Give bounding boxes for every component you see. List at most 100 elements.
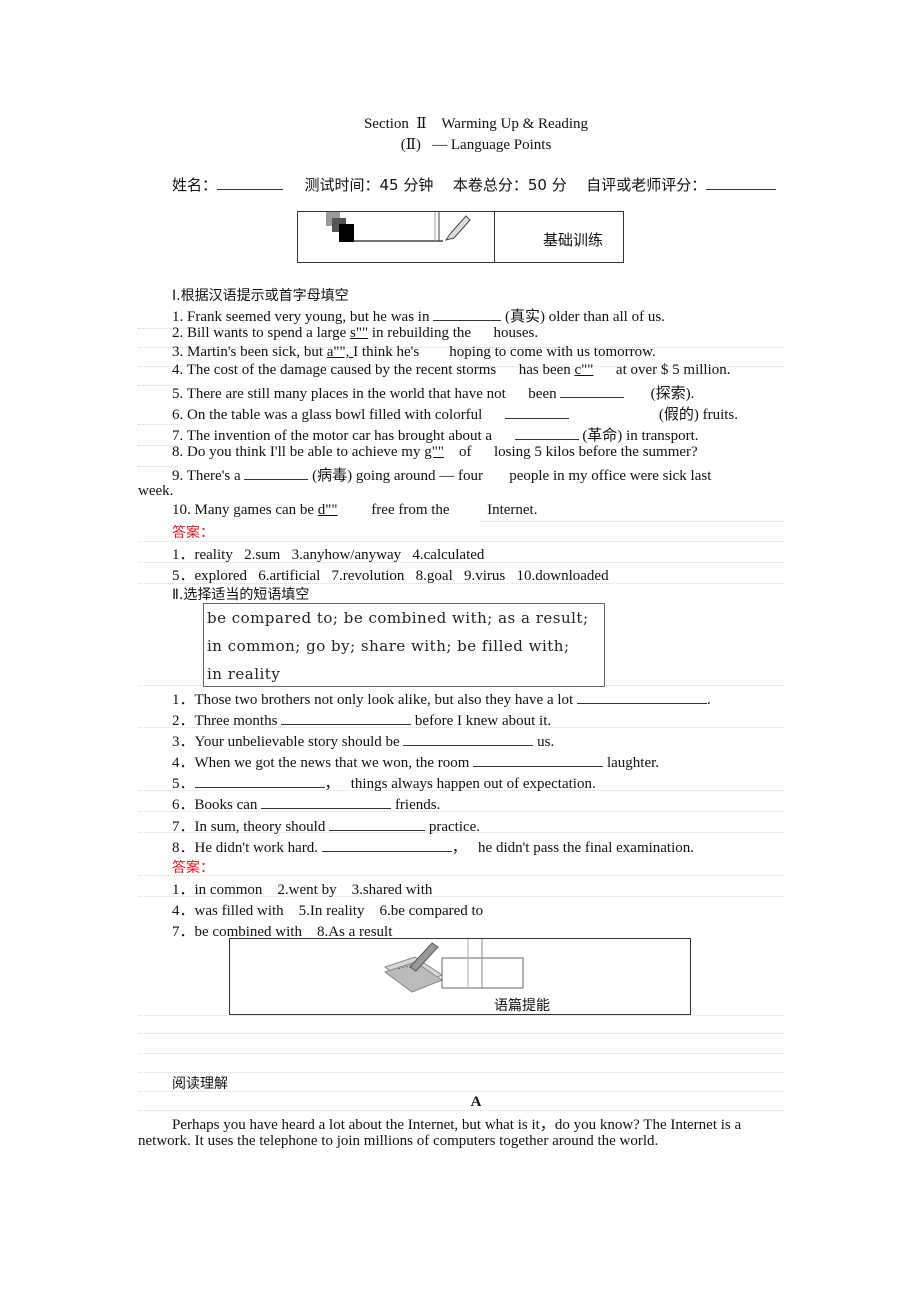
- answer-blank[interactable]: [576, 689, 707, 704]
- guide-line: [138, 1091, 783, 1092]
- question-item: 5． ， things always happen out of expectat…: [172, 772, 596, 793]
- text-segment: (探索): [650, 386, 691, 402]
- text-segment: .: [690, 386, 695, 402]
- text-segment: 7. The invention of the motor car has br…: [172, 428, 493, 444]
- answer-blank[interactable]: [329, 816, 426, 831]
- text-segment: in transport.: [622, 428, 699, 444]
- passage-label: A: [470, 1094, 482, 1110]
- guide-line: [138, 1015, 783, 1016]
- initial-letter-hint: c"": [574, 362, 594, 378]
- answer-blank[interactable]: [560, 383, 625, 398]
- answer-blank[interactable]: [261, 794, 392, 809]
- text-segment: 3．: [172, 734, 195, 750]
- text-segment: of losing 5 kilos before the summer?: [443, 444, 698, 460]
- text-segment: I think he's hoping to come with us tomo…: [353, 344, 656, 360]
- part2-heading: Ⅱ.选择适当的短语填空: [172, 587, 310, 603]
- phrase-bank-line: in reality: [207, 665, 281, 683]
- total-label: 本卷总分：50 分: [452, 176, 567, 194]
- phrase-bank-line: in common; go by; share with; be filled …: [207, 637, 570, 655]
- guide-line: [138, 1072, 783, 1073]
- answer-line: 4．was filled with 5.In reality 6.be comp…: [172, 903, 484, 919]
- answer-blank[interactable]: [244, 465, 309, 480]
- phrase-bank-line: be compared to; be combined with; as a r…: [207, 609, 589, 627]
- initial-letter-hint: a"",: [326, 344, 354, 360]
- answer-blank[interactable]: [321, 837, 452, 852]
- text-segment: friends.: [391, 797, 441, 813]
- guide-line: [138, 1053, 783, 1054]
- question-item: 4．When we got the news that we won, the …: [172, 751, 659, 772]
- question-item: 6. On the table was a glass bowl filled …: [172, 403, 738, 424]
- text-segment: (病毒): [312, 468, 353, 484]
- text-segment: in rebuilding the houses.: [368, 325, 539, 341]
- text-segment: 5. There are still many places in the wo…: [172, 386, 561, 402]
- question-item: 1. Frank seemed very young, but he was i…: [172, 305, 665, 326]
- answer-blank[interactable]: [433, 306, 502, 321]
- banner-label: 语篇提能: [494, 998, 550, 1014]
- text-segment: going around — four people in my office …: [352, 468, 712, 484]
- pencil-blocks-icon: [326, 212, 471, 242]
- answer-blank[interactable]: [194, 773, 325, 788]
- text-segment: older than all of us.: [544, 309, 665, 325]
- question-item: 2．Three months before I knew about it.: [172, 709, 551, 730]
- answer-blank[interactable]: [514, 425, 579, 440]
- guide-line: [138, 875, 783, 876]
- text-segment: 6．: [172, 797, 195, 813]
- text-segment: 2. Bill wants to spend a large: [172, 325, 351, 341]
- text-segment: (真实): [504, 309, 545, 325]
- text-segment: 3. Martin's been sick, but: [172, 344, 327, 360]
- question-item: 3．Your unbelievable story should be us.: [172, 730, 554, 751]
- text-segment: 1．: [172, 692, 195, 708]
- text-segment: 2．: [172, 713, 195, 729]
- section-banner-reading: 语篇提能: [229, 938, 691, 1015]
- text-segment: 4．: [172, 755, 195, 771]
- answer-label: 答案：: [172, 860, 214, 876]
- page-title-line2: (Ⅱ) — Language Points: [400, 137, 552, 153]
- info-row: 姓名： 测试时间：45 分钟 本卷总分：50 分 自评或老师评分：: [172, 174, 777, 195]
- banner-label: 基础训练: [543, 231, 604, 249]
- text-segment: (革命): [582, 428, 623, 444]
- text-segment: 1. Frank seemed very young, but he was i…: [172, 309, 434, 325]
- question-item: 1．Those two brothers not only look alike…: [172, 688, 711, 709]
- guide-line: [138, 1033, 783, 1034]
- text-segment: Your unbelievable story should be: [194, 734, 404, 750]
- text-segment: us.: [533, 734, 555, 750]
- initial-letter-hint: d"": [317, 502, 338, 518]
- text-segment: .: [706, 692, 711, 708]
- question-item: 2. Bill wants to spend a large s"" in re…: [172, 325, 538, 342]
- question-item: 8．He didn't work hard. ， he didn't pass …: [172, 836, 694, 857]
- guide-line: [138, 541, 783, 542]
- answer-line: 5．explored 6.artificial 7.revolution 8.g…: [172, 568, 609, 584]
- answer-blank[interactable]: [281, 710, 412, 725]
- text-segment: ， things always happen out of expectatio…: [324, 776, 596, 792]
- text-segment: Those two brothers not only look alike, …: [194, 692, 577, 708]
- question-item: 5. There are still many places in the wo…: [172, 382, 694, 403]
- answer-line: 1．reality 2.sum 3.anyhow/anyway 4.calcul…: [172, 547, 485, 563]
- score-field[interactable]: [706, 175, 777, 190]
- text-segment: Three months: [194, 713, 282, 729]
- initial-letter-hint: g"": [424, 444, 444, 460]
- name-field[interactable]: [217, 175, 284, 190]
- text-segment: In sum, theory should: [194, 819, 330, 835]
- score-label: 自评或老师评分：: [586, 176, 707, 194]
- answer-blank[interactable]: [403, 731, 534, 746]
- page-title-line1: Section Ⅱ Warming Up & Reading: [363, 116, 589, 132]
- text-segment: 4. The cost of the damage caused by the …: [172, 362, 575, 378]
- question-item: 7．In sum, theory should practice.: [172, 815, 480, 836]
- text-segment: 7．: [172, 819, 195, 835]
- section-banner-basic: 基础训练: [297, 211, 624, 263]
- text-segment: 9. There's a: [172, 468, 245, 484]
- guide-line: [480, 521, 783, 522]
- text-segment: at over $ 5 million.: [593, 362, 731, 378]
- question-item: 9. There's a (病毒) going around — four pe…: [172, 464, 782, 485]
- answer-blank[interactable]: [473, 752, 604, 767]
- text-segment: 5．: [172, 776, 195, 792]
- phrase-bank: be compared to; be combined with; as a r…: [203, 603, 605, 687]
- question-item: 10. Many games can be d"" free from the …: [172, 502, 537, 519]
- text-segment: (假的): [658, 407, 699, 423]
- answer-blank[interactable]: [504, 404, 569, 419]
- text-segment: Books can: [194, 797, 262, 813]
- text-segment: practice.: [425, 819, 481, 835]
- question-item: 4. The cost of the damage caused by the …: [172, 362, 731, 379]
- text-segment: He didn't work hard.: [194, 840, 322, 856]
- text-segment: fruits.: [698, 407, 739, 423]
